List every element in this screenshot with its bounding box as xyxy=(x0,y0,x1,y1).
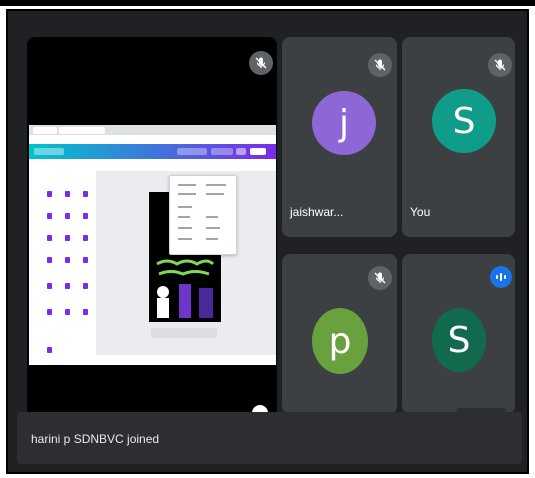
speaking-indicator-icon xyxy=(490,266,512,288)
add-page-bar xyxy=(151,328,217,338)
mic-off-icon xyxy=(488,53,512,77)
participant-tile[interactable]: S You xyxy=(402,37,515,237)
mic-off-icon[interactable] xyxy=(249,51,273,75)
avatar: j xyxy=(312,91,376,155)
mic-off-icon xyxy=(368,266,392,290)
join-notification: harini p SDNBVC joined xyxy=(17,412,522,464)
participant-tile[interactable]: p xyxy=(282,254,397,414)
mic-off-icon xyxy=(368,53,392,77)
editor-footer xyxy=(96,355,276,365)
participant-tile[interactable]: S xyxy=(402,254,515,414)
browser-tabs xyxy=(29,125,276,135)
participant-tile[interactable]: j jaishwar... xyxy=(282,37,397,237)
elements-panel xyxy=(39,171,96,365)
top-edge xyxy=(0,0,535,6)
editor-toolbar xyxy=(29,144,276,159)
context-menu xyxy=(169,175,237,255)
notification-text: harini p SDNBVC joined xyxy=(31,432,160,446)
avatar: S xyxy=(432,89,496,153)
avatar: p xyxy=(312,308,368,374)
shared-screen xyxy=(29,125,276,365)
avatar: S xyxy=(432,308,486,372)
browser-address-bar xyxy=(29,135,276,152)
participant-name: jaishwar... xyxy=(290,205,344,219)
participant-name: You xyxy=(410,205,431,219)
